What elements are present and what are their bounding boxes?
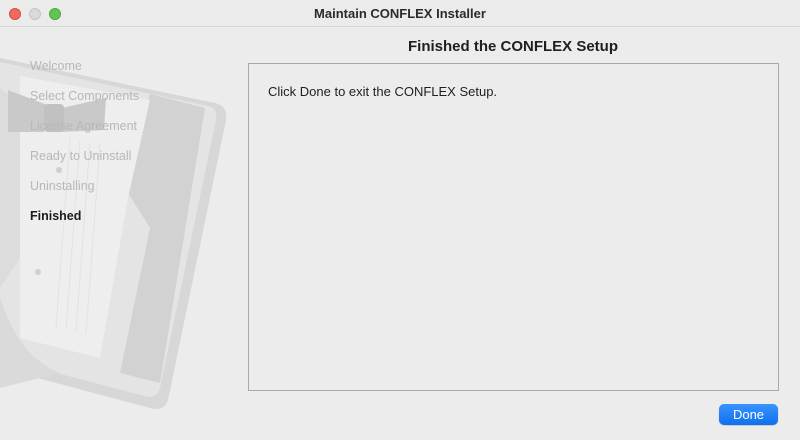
window-title: Maintain CONFLEX Installer <box>314 6 486 21</box>
step-finished: Finished <box>30 209 82 223</box>
step-select-components: Select Components <box>30 89 140 103</box>
page-heading: Finished the CONFLEX Setup <box>407 38 618 55</box>
step-uninstalling: Uninstalling <box>30 179 95 193</box>
step-license-agreement: License Agreement <box>30 119 138 133</box>
step-ready-to-uninstall: Ready to Uninstall <box>30 149 132 163</box>
title-bar: Maintain CONFLEX Installer <box>0 0 800 27</box>
done-button[interactable]: Done <box>719 404 778 425</box>
content-panel: Click Done to exit the CONFLEX Setup. <box>248 63 779 391</box>
step-welcome: Welcome <box>30 59 82 73</box>
installer-steps: Welcome Select Components License Agreem… <box>30 58 139 238</box>
finish-message: Click Done to exit the CONFLEX Setup. <box>268 84 498 99</box>
